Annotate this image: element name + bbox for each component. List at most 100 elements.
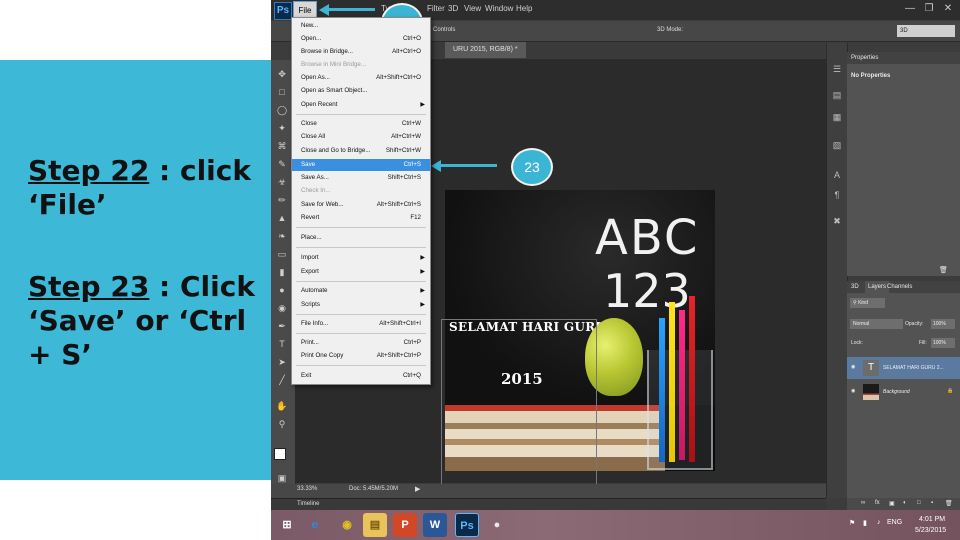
clock-date[interactable]: 5/23/2015 [915, 527, 946, 534]
status-menu-arrow-icon[interactable]: ▶ [415, 485, 420, 493]
file-menu-item-open-recent[interactable]: Open Recent ▶ [292, 99, 430, 111]
file-menu-item-close[interactable]: Close Ctrl+W [292, 118, 430, 130]
opacity-input[interactable]: 100% [931, 319, 955, 329]
history-brush-icon[interactable]: ❧ [275, 230, 289, 242]
file-menu-item-place[interactable]: Place... [292, 232, 430, 244]
tray-flag-icon[interactable]: ⚑ [849, 519, 855, 527]
menu-3d[interactable]: 3D [448, 4, 458, 13]
eye-icon[interactable]: ◉ [851, 364, 855, 370]
properties-tab[interactable]: Properties [851, 55, 878, 61]
file-menu-item-open[interactable]: Open... Ctrl+O [292, 33, 430, 45]
file-menu-item-save-for-web[interactable]: Save for Web... Alt+Shift+Ctrl+S [292, 199, 430, 211]
workspace-select[interactable]: 3D [897, 25, 955, 37]
gradient-tool-icon[interactable]: ▮ [275, 266, 289, 278]
layer-row-background[interactable]: ◉ Background 🔒 [847, 381, 960, 403]
blend-mode-select[interactable]: Normal [850, 319, 903, 329]
file-menu-item-scripts[interactable]: Scripts ▶ [292, 299, 430, 311]
file-menu-item-print[interactable]: Print... Ctrl+P [292, 337, 430, 349]
menu-filter[interactable]: Filter [427, 4, 445, 13]
hand-tool-icon[interactable]: ✋ [275, 400, 289, 412]
file-menu-item-export[interactable]: Export ▶ [292, 266, 430, 278]
crop-tool-icon[interactable]: ⌘ [275, 140, 289, 152]
file-menu-item-print-one-copy[interactable]: Print One Copy Alt+Shift+Ctrl+P [292, 350, 430, 362]
type-tool-icon[interactable]: T [275, 338, 289, 350]
character-panel-icon[interactable]: A [831, 169, 843, 181]
layer-row-text[interactable]: ◉ T SELAMAT HARI GURU 2... [847, 357, 960, 379]
layer-mask-icon[interactable]: ▣ [889, 500, 895, 507]
word-icon[interactable]: W [423, 513, 447, 537]
language-indicator[interactable]: ENG [887, 519, 902, 526]
file-menu-item-close-go-bridge[interactable]: Close and Go to Bridge... Shift+Ctrl+W [292, 145, 430, 157]
trash-icon[interactable]: 🗑 [939, 266, 948, 274]
close-icon[interactable]: ✕ [941, 2, 955, 16]
shape-tool-icon[interactable]: ╱ [275, 374, 289, 386]
file-menu-item-open-smart-object[interactable]: Open as Smart Object... [292, 85, 430, 97]
fx-icon[interactable]: fx [875, 500, 880, 506]
dodge-tool-icon[interactable]: ◉ [275, 302, 289, 314]
file-menu-item-revert[interactable]: Revert F12 [292, 212, 430, 224]
minimize-icon[interactable]: — [903, 2, 917, 16]
fill-input[interactable]: 100% [931, 338, 955, 348]
zoom-level[interactable]: 33.33% [297, 486, 317, 492]
document-tab[interactable]: URU 2015, RGB/8) * [445, 42, 526, 58]
link-layers-icon[interactable]: ∞ [861, 500, 865, 506]
windows-start-icon[interactable]: ⊞ [275, 513, 299, 537]
file-menu-item-import[interactable]: Import ▶ [292, 252, 430, 264]
quick-mask-icon[interactable]: ▣ [275, 472, 289, 484]
menu-view[interactable]: View [464, 4, 481, 13]
chrome-icon[interactable]: ◉ [335, 513, 359, 537]
layer-kind-filter[interactable]: ⚲ Kind [850, 298, 885, 308]
menu-window[interactable]: Window [485, 4, 513, 13]
file-menu-item-save-as[interactable]: Save As... Shift+Ctrl+S [292, 172, 430, 184]
menu-file[interactable]: File [293, 1, 317, 18]
tab-3d[interactable]: 3D [851, 284, 859, 290]
healing-brush-icon[interactable]: ☣ [275, 176, 289, 188]
tray-battery-icon[interactable]: ▮ [863, 519, 867, 527]
blur-tool-icon[interactable]: ● [275, 284, 289, 296]
quick-select-icon[interactable]: ✦ [275, 122, 289, 134]
adjustment-layer-icon[interactable]: ◐ [903, 500, 907, 506]
paint-icon[interactable]: ● [485, 513, 509, 537]
tray-volume-icon[interactable]: ♪ [877, 519, 881, 526]
adjustments-panel-icon[interactable]: ▤ [831, 89, 843, 101]
file-menu-item-close-all[interactable]: Close All Alt+Ctrl+W [292, 131, 430, 143]
path-select-icon[interactable]: ➤ [275, 356, 289, 368]
marquee-tool-icon[interactable]: □ [275, 86, 289, 98]
tab-layers[interactable]: Layers [865, 281, 890, 293]
file-menu-item-exit[interactable]: Exit Ctrl+Q [292, 370, 430, 382]
tab-channels[interactable]: Channels [887, 284, 912, 290]
internet-explorer-icon[interactable]: e [303, 513, 327, 537]
styles-panel-icon[interactable]: ▦ [831, 111, 843, 123]
tools-presets-icon[interactable]: ✖ [831, 215, 843, 227]
eyedropper-icon[interactable]: ✎ [275, 158, 289, 170]
paragraph-panel-icon[interactable]: ¶ [831, 189, 843, 201]
new-layer-icon[interactable]: ▪ [931, 500, 933, 506]
new-group-icon[interactable]: □ [917, 500, 921, 506]
menu-item-shortcut: Ctrl+P [403, 339, 421, 346]
foreground-color-swatch[interactable] [274, 448, 286, 460]
file-menu-item-new[interactable]: New... [292, 20, 430, 32]
photoshop-taskbar-icon[interactable]: Ps [455, 513, 479, 537]
file-menu-item-open-as[interactable]: Open As... Alt+Shift+Ctrl+O [292, 72, 430, 84]
lasso-tool-icon[interactable]: ◯ [275, 104, 289, 116]
eye-icon[interactable]: ◉ [851, 388, 855, 394]
brush-tool-icon[interactable]: ✏ [275, 194, 289, 206]
file-menu-item-automate[interactable]: Automate ▶ [292, 285, 430, 297]
history-panel-icon[interactable]: ☰ [831, 63, 843, 75]
clone-stamp-icon[interactable]: ▲ [275, 212, 289, 224]
pen-tool-icon[interactable]: ✒ [275, 320, 289, 332]
file-menu-item-file-info[interactable]: File Info... Alt+Shift+Ctrl+I [292, 318, 430, 330]
delete-layer-icon[interactable]: 🗑 [945, 500, 953, 507]
menu-help[interactable]: Help [516, 4, 532, 13]
menu-item-label: Open As... [301, 74, 330, 81]
eraser-tool-icon[interactable]: ▭ [275, 248, 289, 260]
file-menu-item-browse-bridge[interactable]: Browse in Bridge... Alt+Ctrl+O [292, 46, 430, 58]
zoom-tool-icon[interactable]: ⚲ [275, 418, 289, 430]
file-explorer-icon[interactable]: ▤ [363, 513, 387, 537]
swatches-panel-icon[interactable]: ▧ [831, 139, 843, 151]
restore-icon[interactable]: ❐ [922, 2, 936, 16]
powerpoint-icon[interactable]: P [393, 513, 417, 537]
move-tool-icon[interactable]: ✥ [275, 68, 289, 80]
file-menu-item-save[interactable]: Save Ctrl+S [292, 159, 430, 171]
clock-time[interactable]: 4:01 PM [919, 516, 945, 523]
